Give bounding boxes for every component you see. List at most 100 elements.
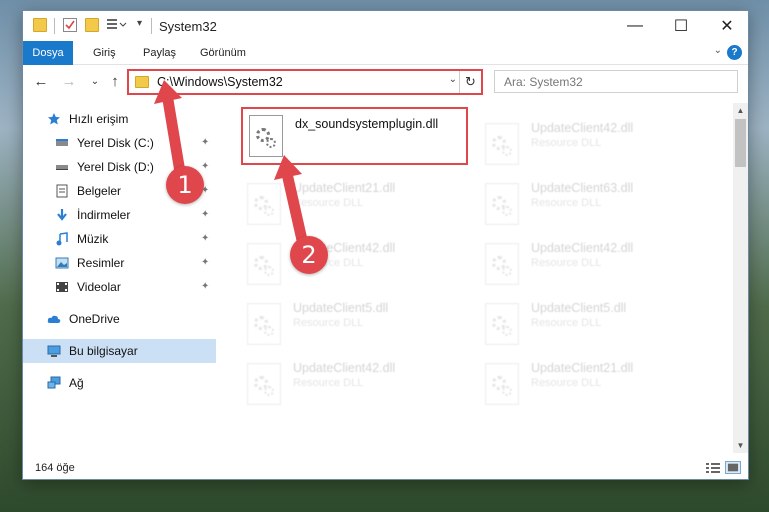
file-type: Resource DLL <box>531 377 602 389</box>
maximize-button[interactable]: ☐ <box>658 11 704 41</box>
sidebar-item-label: Belgeler <box>77 184 122 198</box>
file-item[interactable]: UpdateClient21.dll Resource DLL <box>481 359 691 411</box>
title-bar: ▾ System32 — ☐ ✕ <box>23 11 748 41</box>
tab-file[interactable]: Dosya <box>23 41 73 65</box>
tab-home[interactable]: Giriş <box>83 41 126 65</box>
status-bar: 164 öğe <box>23 457 748 479</box>
refresh-button[interactable]: ↻ <box>459 71 481 93</box>
sidebar-item-label: Ağ <box>69 376 84 390</box>
scroll-down-icon[interactable]: ▼ <box>733 438 748 453</box>
dll-file-icon <box>247 303 281 345</box>
address-bar[interactable]: C:\Windows\System32 ⌄ ↻ <box>127 69 483 95</box>
file-type: Resource DLL <box>531 317 602 329</box>
scroll-thumb[interactable] <box>735 119 746 167</box>
back-button[interactable]: ← <box>31 71 51 93</box>
file-item[interactable]: UpdateClient5.dll Resource DLL <box>243 299 453 351</box>
sidebar-item-label: Resimler <box>77 256 125 270</box>
drive-icon <box>56 165 68 170</box>
folder-icon <box>33 18 47 32</box>
close-button[interactable]: ✕ <box>704 11 750 41</box>
file-item[interactable]: UpdateClient42.dll Resource DLL <box>243 359 453 411</box>
customize-qat-icon[interactable] <box>107 18 127 32</box>
music-icon <box>56 232 68 246</box>
scroll-up-icon[interactable]: ▲ <box>733 103 748 118</box>
file-item[interactable]: UpdateClient42.dll Resource DLL <box>481 119 691 171</box>
dll-file-icon <box>485 123 519 165</box>
minimize-button[interactable]: — <box>612 11 658 41</box>
search-input[interactable]: Ara: System32 <box>494 70 738 93</box>
file-item[interactable]: UpdateClient42.dll Resource DLL <box>243 239 453 291</box>
video-icon <box>56 282 68 292</box>
file-type: Resource DLL <box>293 197 364 209</box>
pin-icon[interactable]: ✦ <box>201 131 209 155</box>
dll-file-icon <box>247 363 281 405</box>
file-name: UpdateClient21.dll <box>293 181 396 195</box>
sidebar-item-videos[interactable]: Videolar ✦ <box>23 275 216 299</box>
file-name: UpdateClient5.dll <box>293 301 389 315</box>
sidebar-item-pictures[interactable]: Resimler ✦ <box>23 251 216 275</box>
file-type: Resource DLL <box>531 137 602 149</box>
sidebar-item-label: OneDrive <box>69 312 120 326</box>
highlight-box <box>241 107 468 165</box>
sidebar-item-label: Videolar <box>77 280 121 294</box>
file-item[interactable]: UpdateClient42.dll Resource DLL <box>481 239 691 291</box>
vertical-scrollbar[interactable]: ▲ ▼ <box>733 103 748 453</box>
dll-file-icon <box>247 243 281 285</box>
file-name: UpdateClient63.dll <box>531 181 634 195</box>
dll-file-icon <box>485 243 519 285</box>
file-type: Resource DLL <box>531 197 602 209</box>
qat-dropdown-icon[interactable]: ▾ <box>137 18 151 32</box>
network-icon <box>47 376 61 389</box>
details-view-icon[interactable] <box>705 461 721 474</box>
sidebar-item-network[interactable]: Ağ <box>23 371 216 395</box>
forward-button[interactable]: → <box>59 71 79 93</box>
search-placeholder: Ara: System32 <box>504 75 583 89</box>
dll-file-icon <box>247 183 281 225</box>
sidebar-item-music[interactable]: Müzik ✦ <box>23 227 216 251</box>
title-separator-2 <box>151 18 152 34</box>
ribbon-tabs: Dosya Giriş Paylaş Görünüm ⌄ ? <box>23 41 748 65</box>
large-icons-view-icon[interactable] <box>725 461 741 474</box>
sidebar-item-label: Yerel Disk (C:) <box>77 136 154 150</box>
sidebar-item-disk-c[interactable]: Yerel Disk (C:) ✦ <box>23 131 216 155</box>
tab-view[interactable]: Görünüm <box>190 41 256 65</box>
file-item[interactable]: UpdateClient5.dll Resource DLL <box>481 299 691 351</box>
address-dropdown-icon[interactable]: ⌄ <box>449 74 457 85</box>
recent-locations-button[interactable]: ⌄ <box>85 71 105 93</box>
file-item[interactable]: UpdateClient63.dll Resource DLL <box>481 179 691 231</box>
sidebar-item-label: Bu bilgisayar <box>69 344 138 358</box>
sidebar-item-quick-access[interactable]: Hızlı erişim <box>23 107 216 131</box>
pin-icon[interactable]: ✦ <box>201 203 209 227</box>
navigation-pane: Hızlı erişim Yerel Disk (C:) ✦ Yerel Dis… <box>23 103 216 453</box>
sidebar-item-label: Müzik <box>77 232 109 246</box>
expand-ribbon-icon[interactable]: ⌄ <box>714 45 722 56</box>
tab-share[interactable]: Paylaş <box>133 41 186 65</box>
explorer-window: ▾ System32 — ☐ ✕ Dosya Giriş Paylaş Görü… <box>22 10 749 480</box>
properties-icon[interactable] <box>63 18 77 32</box>
folder-icon <box>135 76 149 88</box>
download-icon <box>57 209 67 221</box>
sidebar-item-downloads[interactable]: İndirmeler ✦ <box>23 203 216 227</box>
computer-icon <box>47 345 61 357</box>
new-folder-icon[interactable] <box>85 18 99 32</box>
pin-icon[interactable]: ✦ <box>201 251 209 275</box>
up-button[interactable]: ↑ <box>105 71 125 93</box>
pin-icon[interactable]: ✦ <box>201 155 209 179</box>
pin-icon[interactable]: ✦ <box>201 275 209 299</box>
help-icon[interactable]: ? <box>727 45 742 60</box>
file-type: Resource DLL <box>293 317 364 329</box>
dll-file-icon <box>485 183 519 225</box>
step-marker-2: 2 <box>290 236 328 274</box>
address-path[interactable]: C:\Windows\System32 <box>157 75 283 89</box>
sidebar-item-onedrive[interactable]: OneDrive <box>23 307 216 331</box>
window-title: System32 <box>159 19 217 34</box>
sidebar-item-label: İndirmeler <box>77 208 131 222</box>
navigation-bar: ← → ⌄ ↑ C:\Windows\System32 ⌄ ↻ Ara: Sys… <box>23 67 748 97</box>
pictures-icon <box>55 257 69 269</box>
sidebar-item-this-pc[interactable]: Bu bilgisayar <box>23 339 216 363</box>
dll-file-icon <box>485 363 519 405</box>
file-name: UpdateClient5.dll <box>531 301 627 315</box>
file-item[interactable]: UpdateClient21.dll Resource DLL <box>243 179 453 231</box>
star-icon <box>48 113 60 125</box>
pin-icon[interactable]: ✦ <box>201 227 209 251</box>
